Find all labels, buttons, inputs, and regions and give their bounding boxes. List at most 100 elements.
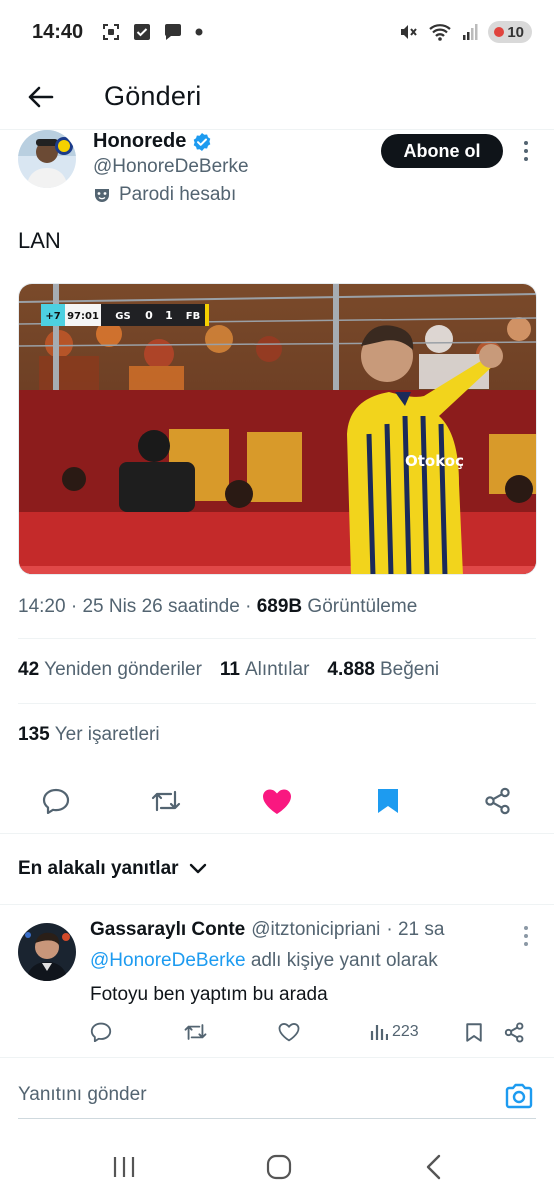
system-back-button[interactable] bbox=[414, 1151, 454, 1183]
parody-mask-icon bbox=[95, 189, 109, 202]
home-button[interactable] bbox=[259, 1151, 299, 1183]
page-title: Gönderi bbox=[104, 81, 202, 111]
chevron-down-icon bbox=[189, 863, 206, 874]
chat-icon bbox=[165, 24, 182, 40]
reply-reply-button[interactable] bbox=[90, 1019, 112, 1045]
views-label: Görüntüleme bbox=[307, 596, 418, 617]
wifi-icon bbox=[429, 24, 452, 41]
post-time: 14:20 bbox=[18, 596, 66, 617]
battery-icon: 10 bbox=[488, 21, 532, 43]
post-media-image[interactable]: Otokoç +7 97:01 GS 0 1 FB bbox=[18, 283, 537, 575]
composer-underline bbox=[18, 1118, 536, 1119]
bookmark-filled-icon bbox=[378, 789, 398, 813]
main-post: Honorede @HonoreDeBerke Parodi hesabı Ab… bbox=[0, 130, 554, 214]
author-avatar[interactable] bbox=[18, 130, 76, 188]
sort-label: En alakalı yanıtlar bbox=[18, 858, 179, 879]
mute-icon bbox=[401, 25, 418, 39]
recent-apps-icon bbox=[113, 1157, 135, 1177]
reply-header: Gassaraylı Conte @itztonicipriani · 21 s… bbox=[90, 919, 444, 941]
share-icon bbox=[504, 1021, 524, 1043]
status-time: 14:40 bbox=[32, 20, 84, 43]
divider bbox=[0, 833, 554, 834]
reply-composer bbox=[0, 1057, 554, 1133]
reposts-stat[interactable]: 42 Yeniden gönderiler bbox=[18, 659, 202, 681]
reply-time: · 21 sa bbox=[386, 919, 445, 940]
reply-views-count: 223 bbox=[392, 1023, 419, 1040]
author-name-line: Honorede bbox=[93, 130, 212, 153]
post-date: 25 Nis 26 saatinde bbox=[82, 596, 240, 617]
reply-more-options-button[interactable] bbox=[516, 923, 536, 949]
post-text: LAN bbox=[18, 228, 61, 253]
heart-icon bbox=[278, 1023, 300, 1042]
reply-like-button[interactable] bbox=[278, 1019, 300, 1045]
reply-author-handle[interactable]: @itztonicipriani bbox=[251, 919, 380, 941]
replying-to: @HonoreDeBerke adlı kişiye yanıt olarak bbox=[90, 950, 438, 972]
reply-share-button[interactable] bbox=[504, 1019, 525, 1045]
heart-filled-icon bbox=[263, 789, 291, 814]
bookmarks-stat[interactable]: 135 Yer işaretleri bbox=[18, 724, 160, 746]
like-button[interactable] bbox=[261, 785, 293, 817]
reply-to-text: adlı kişiye yanıt olarak bbox=[250, 950, 438, 971]
divider bbox=[18, 638, 536, 639]
parody-text: Parodi hesabı bbox=[119, 184, 237, 205]
reply-avatar[interactable] bbox=[18, 923, 76, 981]
home-icon bbox=[266, 1154, 292, 1180]
views-chart-icon bbox=[370, 1025, 388, 1040]
system-navigation-bar bbox=[0, 1133, 554, 1200]
dot-icon bbox=[195, 28, 203, 36]
scoreboard: +7 97:01 GS 0 1 FB bbox=[41, 304, 209, 326]
scoreboard-home-score: 0 bbox=[145, 309, 153, 322]
post-meta: 14:20 · 25 Nis 26 saatinde · 689B Görünt… bbox=[18, 596, 418, 617]
scoreboard-home-team: GS bbox=[115, 311, 130, 322]
post-action-bar bbox=[0, 770, 554, 832]
divider bbox=[18, 703, 536, 704]
recent-apps-button[interactable] bbox=[104, 1151, 144, 1183]
reply-to-mention[interactable]: @HonoreDeBerke bbox=[90, 950, 246, 971]
follow-button[interactable]: Abone ol bbox=[381, 134, 503, 168]
reply-bookmark-button[interactable] bbox=[465, 1019, 483, 1045]
reply-action-bar: 223 bbox=[0, 1019, 554, 1047]
reply-icon bbox=[42, 788, 70, 814]
reply-input[interactable] bbox=[18, 1084, 458, 1106]
checkbox-icon bbox=[134, 24, 151, 40]
top-app-bar: Gönderi bbox=[0, 64, 554, 130]
reply-repost-button[interactable] bbox=[183, 1019, 208, 1045]
camera-button[interactable] bbox=[502, 1080, 536, 1112]
reply-icon bbox=[90, 1022, 112, 1042]
scoreboard-away-team: FB bbox=[186, 311, 200, 322]
parody-label: Parodi hesabı bbox=[93, 184, 236, 206]
scoreboard-clock: 97:01 bbox=[67, 311, 99, 322]
repost-icon bbox=[184, 1024, 207, 1040]
scoreboard-away-score: 1 bbox=[165, 309, 173, 322]
reply-views-button[interactable]: 223 bbox=[370, 1019, 419, 1045]
reply-sort-dropdown[interactable]: En alakalı yanıtlar bbox=[18, 858, 207, 880]
bookmark-button[interactable] bbox=[372, 785, 404, 817]
repost-icon bbox=[151, 790, 181, 812]
more-options-button[interactable] bbox=[516, 136, 536, 166]
verified-badge-icon bbox=[194, 132, 211, 151]
engagement-stats: 42 Yeniden gönderiler 11 Alıntılar 4.888 Be… bbox=[18, 659, 439, 681]
author-name[interactable]: Honorede bbox=[93, 130, 186, 153]
chevron-left-icon bbox=[426, 1154, 441, 1180]
scoreboard-added-time: +7 bbox=[45, 311, 60, 322]
repost-button[interactable] bbox=[150, 785, 182, 817]
shirt-sponsor-text: Otokoç bbox=[405, 452, 464, 470]
reply-item[interactable]: Gassaraylı Conte @itztonicipriani · 21 s… bbox=[0, 904, 554, 1056]
author-row: Honorede @HonoreDeBerke Parodi hesabı Ab… bbox=[0, 130, 554, 214]
reply-author-name[interactable]: Gassaraylı Conte bbox=[90, 919, 245, 941]
reply-text: Fotoyu ben yaptım bu arada bbox=[90, 984, 328, 1005]
share-icon bbox=[485, 787, 510, 815]
reply-button[interactable] bbox=[40, 785, 72, 817]
notification-icons bbox=[101, 22, 203, 42]
screenshot-icon bbox=[103, 24, 120, 40]
status-bar: 14:40 10 bbox=[0, 0, 554, 64]
camera-icon bbox=[505, 1083, 533, 1109]
quotes-stat[interactable]: 11 Alıntılar bbox=[220, 659, 310, 681]
share-button[interactable] bbox=[482, 785, 514, 817]
likes-stat[interactable]: 4.888 Beğeni bbox=[327, 659, 439, 681]
author-handle[interactable]: @HonoreDeBerke bbox=[93, 156, 249, 178]
bookmark-icon bbox=[466, 1022, 482, 1042]
arrow-left-icon bbox=[28, 86, 54, 107]
back-button[interactable] bbox=[0, 64, 80, 130]
views-count: 689B bbox=[256, 596, 303, 617]
